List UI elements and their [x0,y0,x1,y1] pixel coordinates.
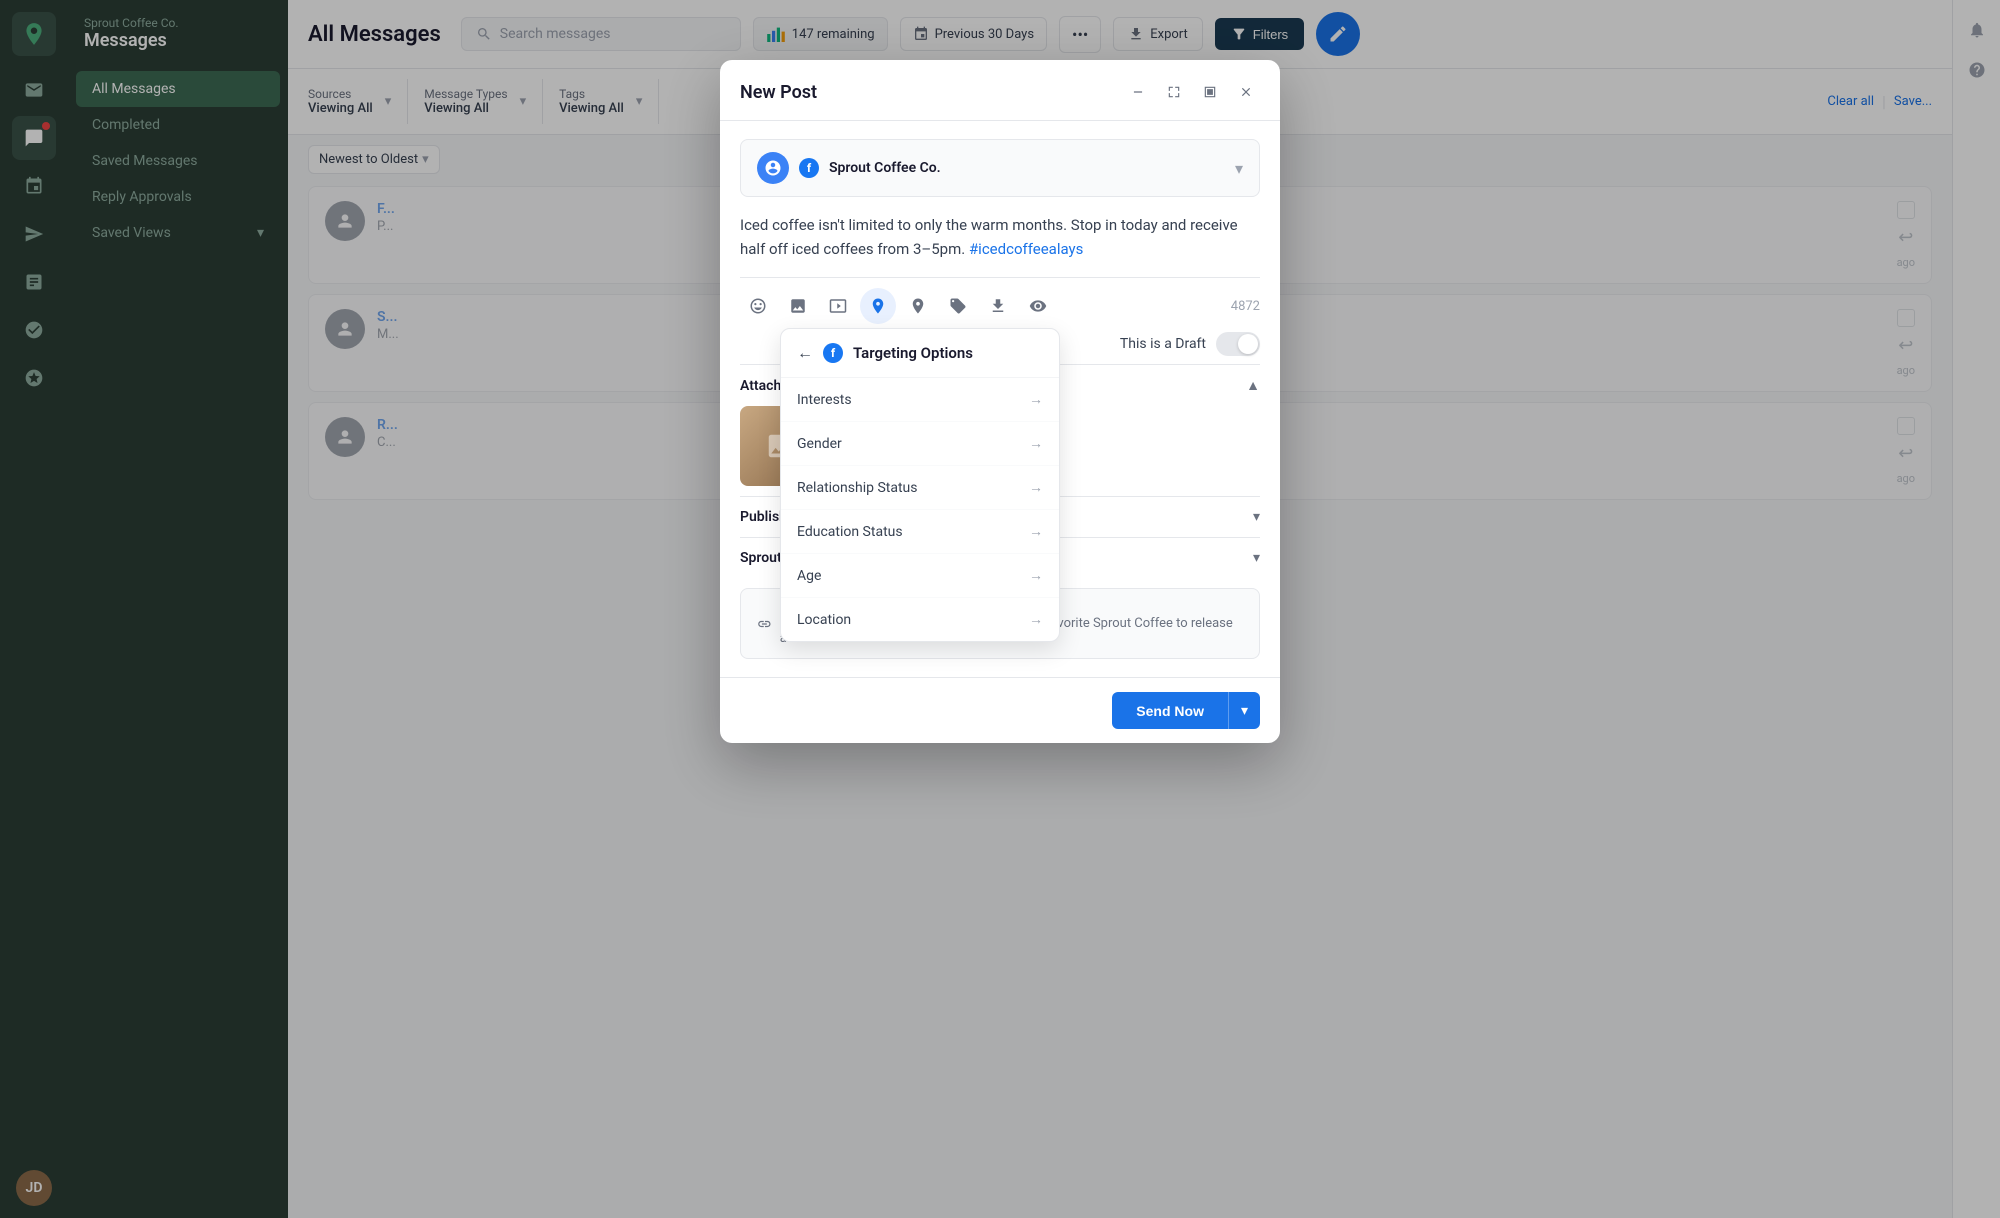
tag-button[interactable] [940,288,976,324]
modal-controls [1124,78,1260,106]
minimize-button[interactable] [1124,78,1152,106]
close-button[interactable] [1232,78,1260,106]
maximize-button[interactable] [1160,78,1188,106]
send-dropdown-button[interactable]: ▾ [1228,692,1260,729]
account-name: Sprout Coffee Co. [829,160,941,176]
arrow-icon: → [1029,391,1043,408]
arrow-icon: → [1029,523,1043,540]
arrow-icon: → [1029,611,1043,628]
draft-toggle[interactable] [1216,332,1260,356]
targeting-back-button[interactable]: ← [797,343,813,363]
facebook-icon: f [799,158,819,178]
targeting-title: Targeting Options [853,344,973,362]
upload-button[interactable] [980,288,1016,324]
targeting-item-location[interactable]: Location → [781,598,1059,641]
video-button[interactable] [820,288,856,324]
modal-footer: Send Now ▾ [720,677,1280,743]
link-icon [757,616,772,632]
emoji-button[interactable] [740,288,776,324]
sprout-tags-chevron: ▾ [1253,550,1260,566]
draft-label: This is a Draft [1120,336,1206,352]
attached-chevron: ▲ [1246,377,1260,394]
account-avatar [757,152,789,184]
targeting-fb-icon: f [823,343,843,363]
targeting-dropdown: ← f Targeting Options Interests → Gender… [780,328,1060,642]
arrow-icon: → [1029,567,1043,584]
modal-header: New Post [720,60,1280,121]
targeting-item-age[interactable]: Age → [781,554,1059,598]
new-post-modal: New Post [720,60,1280,743]
preview-button[interactable] [1020,288,1056,324]
targeting-item-education-status[interactable]: Education Status → [781,510,1059,554]
arrow-icon: → [1029,435,1043,452]
targeting-header: ← f Targeting Options [781,329,1059,378]
post-toolbar: 4872 ← f Targeting Options Interests → G… [740,277,1260,324]
modal-body: f Sprout Coffee Co. ▾ Iced coffee isn't … [720,121,1280,677]
char-count: 4872 [1231,299,1260,314]
image-button[interactable] [780,288,816,324]
restore-button[interactable] [1196,78,1224,106]
link-button[interactable] [900,288,936,324]
targeting-button[interactable] [860,288,896,324]
account-selector[interactable]: f Sprout Coffee Co. ▾ [740,139,1260,197]
publishing-chevron: ▾ [1253,509,1260,525]
targeting-item-gender[interactable]: Gender → [781,422,1059,466]
post-text-area[interactable]: Iced coffee isn't limited to only the wa… [740,213,1260,261]
modal-overlay[interactable]: New Post [0,0,2000,1218]
targeting-item-interests[interactable]: Interests → [781,378,1059,422]
hashtag: #icedcoffeealays [969,240,1083,258]
send-now-button[interactable]: Send Now [1112,692,1228,729]
account-chevron: ▾ [1235,159,1243,178]
targeting-item-relationship-status[interactable]: Relationship Status → [781,466,1059,510]
arrow-icon: → [1029,479,1043,496]
modal-title: New Post [740,82,817,103]
